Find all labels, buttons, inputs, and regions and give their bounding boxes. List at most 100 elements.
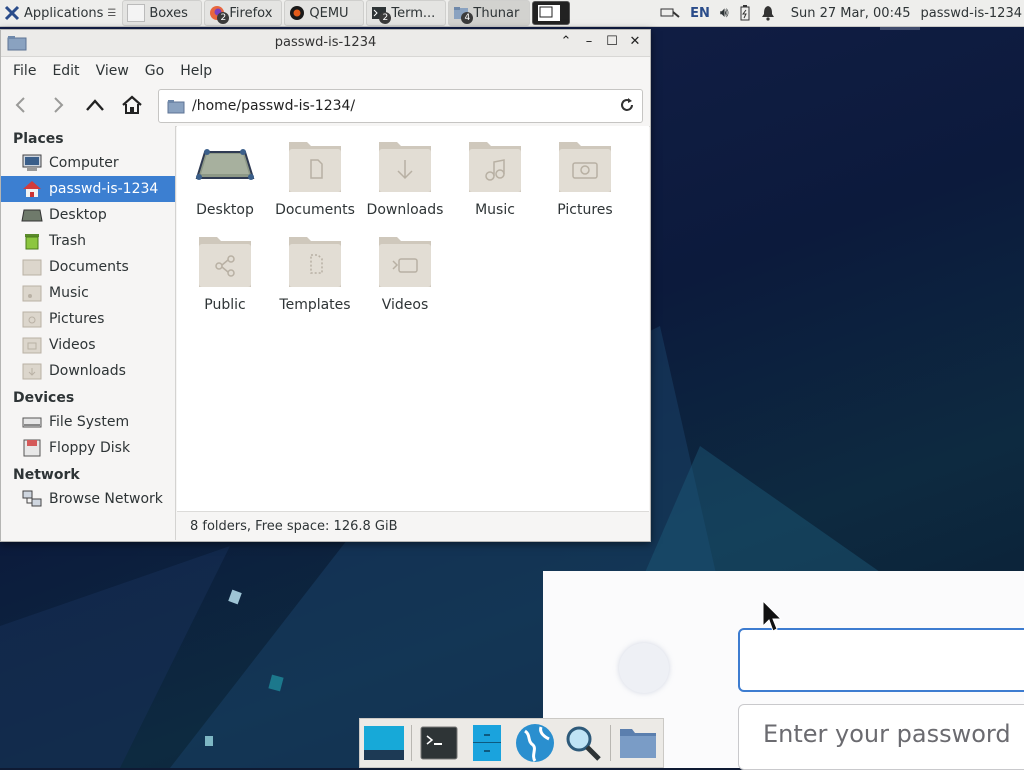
menu-view[interactable]: View [88,63,137,79]
sidebar-item-filesystem[interactable]: File System [1,409,175,435]
documents-folder-icon [289,142,341,192]
sidebar-item-computer[interactable]: Computer [1,150,175,176]
taskbar-thunar[interactable]: 4 Thunar [448,0,531,26]
back-button[interactable] [4,88,38,122]
dock-files[interactable] [466,722,508,764]
user-avatar [619,643,669,693]
file-item-templates[interactable]: Templates [270,231,360,313]
parent-folder-button[interactable] [78,88,112,122]
places-header: Places [13,131,64,147]
username-field[interactable] [738,628,1024,692]
qemu-icon [290,6,305,20]
boxes-app-icon [127,4,146,22]
file-item-desktop-label: Desktop [196,202,254,218]
file-item-downloads[interactable]: Downloads [360,136,450,218]
taskbar-boxes-label: Boxes [149,5,188,21]
menu-go[interactable]: Go [137,63,172,79]
file-item-videos[interactable]: Videos [360,231,450,313]
applications-menu-button[interactable]: Applications ☰ [0,1,120,25]
battery-icon[interactable] [739,5,751,21]
notification-bell-icon[interactable] [761,5,775,21]
sidebar-item-documents[interactable]: Documents [1,254,175,280]
network-wired-icon[interactable] [660,5,680,21]
dock-folder[interactable] [617,722,659,764]
devices-header: Devices [13,390,75,406]
sidebar-item-downloads[interactable]: Downloads [1,358,175,384]
downloads-folder-icon [379,142,431,192]
sidebar-item-floppy[interactable]: Floppy Disk [1,435,175,461]
minimize-button[interactable]: – [580,33,598,51]
dock-show-desktop[interactable] [363,722,405,764]
applications-label: Applications [24,5,104,21]
sidebar-item-desktop[interactable]: Desktop [1,202,175,228]
menu-dots-icon: ☰ [107,7,117,19]
taskbar-terminal[interactable]: 2 Term... [366,0,447,26]
file-item-public-label: Public [204,297,246,313]
dock-terminal[interactable] [418,722,460,764]
taskbar-boxes[interactable]: Boxes [122,0,203,26]
file-item-videos-label: Videos [381,297,429,313]
taskbar-firefox[interactable]: 2 Firefox [204,0,283,26]
file-item-music-label: Music [475,202,515,218]
file-item-music[interactable]: Music [450,136,540,218]
magnifier-icon [566,726,601,761]
user-menu-label[interactable]: passwd-is-1234 [921,6,1023,21]
dock-search[interactable] [562,722,604,764]
terminal-app-icon [420,726,458,760]
maximize-button[interactable]: ☐ [603,33,621,51]
system-tray: EN 🔊︎ Sun 27 Mar, 00:45 passwd-is-1234 [660,0,1024,26]
toolbar: /home/passwd-is-1234/ [1,84,650,127]
menu-help[interactable]: Help [172,63,220,79]
file-item-public[interactable]: Public [180,231,270,313]
music-folder-icon [22,285,42,302]
file-item-pictures[interactable]: Pictures [540,136,630,218]
sidebar-item-browse-network[interactable]: Browse Network [1,486,175,512]
folder-icon [620,729,656,758]
sidebar-item-browse-network-label: Browse Network [49,491,163,507]
volume-icon[interactable]: 🔊︎ [720,5,729,21]
sidebar-item-filesystem-label: File System [49,414,130,430]
window-titlebar[interactable]: passwd-is-1234 ⌃ – ☐ ✕ [1,30,650,57]
sidebar-item-trash-label: Trash [49,233,86,249]
close-button[interactable]: ✕ [626,33,644,51]
sidebar-item-desktop-label: Desktop [49,207,107,223]
menu-file[interactable]: File [5,63,44,79]
sidebar-item-trash[interactable]: Trash [1,228,175,254]
taskbar-qemu[interactable]: QEMU [284,0,365,26]
sidebar: Places Computer passwd-is-1234 Desktop T… [1,126,176,540]
home-folder-icon [23,181,41,197]
password-input[interactable] [761,719,1024,749]
file-item-templates-label: Templates [279,297,351,313]
forward-button[interactable] [41,88,75,122]
roll-up-button[interactable]: ⌃ [557,33,575,51]
reload-icon[interactable] [618,96,636,114]
clock[interactable]: Sun 27 Mar, 00:45 [791,6,911,21]
file-item-downloads-label: Downloads [366,202,444,218]
network-icon [22,490,42,507]
file-item-desktop[interactable]: Desktop [180,136,270,218]
sidebar-item-music-label: Music [49,285,89,301]
workspace-switcher[interactable] [532,1,571,25]
taskbar-thunar-label: Thunar [473,5,520,21]
desktop-icon [21,209,43,222]
menu-edit[interactable]: Edit [44,63,87,79]
sidebar-item-videos[interactable]: Videos [1,332,175,358]
file-item-documents[interactable]: Documents [270,136,360,218]
pictures-folder-icon [22,311,42,328]
keyboard-layout-indicator[interactable]: EN [690,6,710,21]
sidebar-item-music[interactable]: Music [1,280,175,306]
forward-arrow-icon [54,97,64,113]
location-bar[interactable]: /home/passwd-is-1234/ [158,89,643,123]
videos-folder-icon [379,237,431,287]
home-button[interactable] [115,88,149,122]
file-icon-view[interactable]: Desktop Documents Downloads Music Pictur… [177,126,649,511]
workspace-preview-icon [538,5,561,21]
mouse-cursor-icon [762,600,782,632]
dock-web-browser[interactable] [514,722,556,764]
folder-location-icon [167,99,185,113]
dock-separator-2 [610,725,611,761]
downloads-folder-icon [22,363,42,380]
sidebar-item-pictures[interactable]: Pictures [1,306,175,332]
videos-folder-icon [22,337,42,354]
sidebar-item-home[interactable]: passwd-is-1234 [1,176,175,202]
